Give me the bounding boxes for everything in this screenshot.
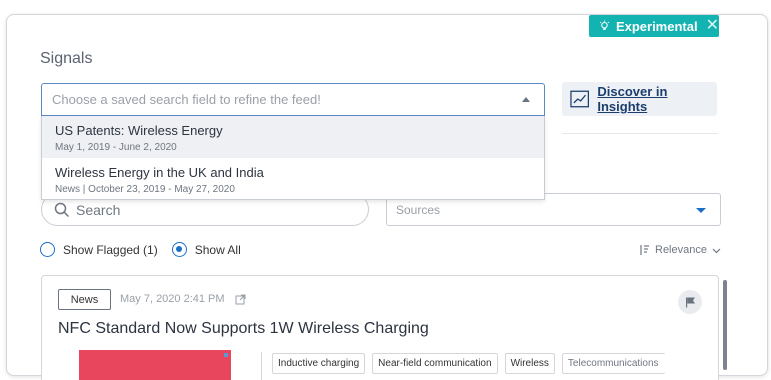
discover-in-insights-button[interactable]: Discover in Insights	[562, 82, 717, 116]
sort-icon	[640, 245, 649, 255]
card-title[interactable]: NFC Standard Now Supports 1W Wireless Ch…	[58, 320, 429, 338]
option-subtitle: News | October 23, 2019 - May 27, 2020	[55, 184, 235, 195]
option-subtitle: May 1, 2019 - June 2, 2020	[55, 142, 177, 153]
lightbulb-icon	[599, 20, 610, 30]
divider	[261, 352, 262, 380]
flag-filter: Show Flagged (1) Show All	[40, 242, 255, 257]
topic-tag[interactable]: Near-field communication	[372, 353, 498, 374]
sort-label: Relevance	[655, 244, 707, 256]
topic-tag[interactable]: Telecommunications	[561, 353, 665, 374]
dropdown-option[interactable]: Wireless Energy in the UK and India News…	[42, 158, 544, 200]
external-link-icon[interactable]	[235, 294, 246, 305]
discover-label: Discover in Insights	[597, 84, 668, 114]
caret-up-icon	[522, 97, 530, 102]
option-title: US Patents: Wireless Energy	[55, 123, 223, 138]
card-date: May 7, 2020 2:41 PM	[120, 293, 246, 305]
saved-search-placeholder: Choose a saved search field to refine th…	[52, 92, 321, 107]
chart-icon	[570, 90, 590, 108]
topic-tag[interactable]: Wireless	[504, 353, 555, 374]
search-icon	[54, 202, 70, 217]
experimental-badge: Experimental ✕	[589, 15, 719, 37]
topic-tag[interactable]: Inductive charging	[272, 353, 366, 374]
search-placeholder: Search	[76, 201, 121, 218]
saved-search-dropdown: US Patents: Wireless Energy May 1, 2019 …	[41, 116, 545, 200]
show-all-radio[interactable]	[171, 242, 187, 257]
news-card[interactable]: News May 7, 2020 2:41 PM NFC Standard No…	[41, 275, 719, 380]
sources-placeholder: Sources	[396, 202, 441, 217]
topic-tags: Inductive charging Near-field communicat…	[272, 353, 672, 374]
show-flagged-label: Show Flagged (1)	[63, 242, 158, 257]
dropdown-option[interactable]: US Patents: Wireless Energy May 1, 2019 …	[42, 116, 544, 158]
scrollbar[interactable]	[723, 280, 727, 370]
saved-search-select[interactable]: Choose a saved search field to refine th…	[41, 83, 545, 116]
experimental-label: Experimental	[615, 18, 698, 34]
divider	[562, 133, 718, 134]
sort-dropdown[interactable]: Relevance	[638, 244, 726, 256]
show-flagged-radio[interactable]	[40, 242, 55, 257]
flag-button[interactable]	[678, 290, 702, 314]
caret-down-icon	[696, 208, 706, 213]
page-title: Signals	[40, 50, 93, 67]
flag-icon	[685, 297, 695, 307]
close-icon[interactable]: ✕	[706, 18, 719, 34]
date-label: May 7, 2020 2:41 PM	[120, 293, 225, 305]
option-title: Wireless Energy in the UK and India	[55, 165, 264, 180]
card-thumbnail	[79, 350, 231, 380]
chevron-down-icon	[712, 248, 721, 253]
type-badge: News	[58, 289, 111, 310]
show-all-label: Show All	[194, 242, 241, 257]
